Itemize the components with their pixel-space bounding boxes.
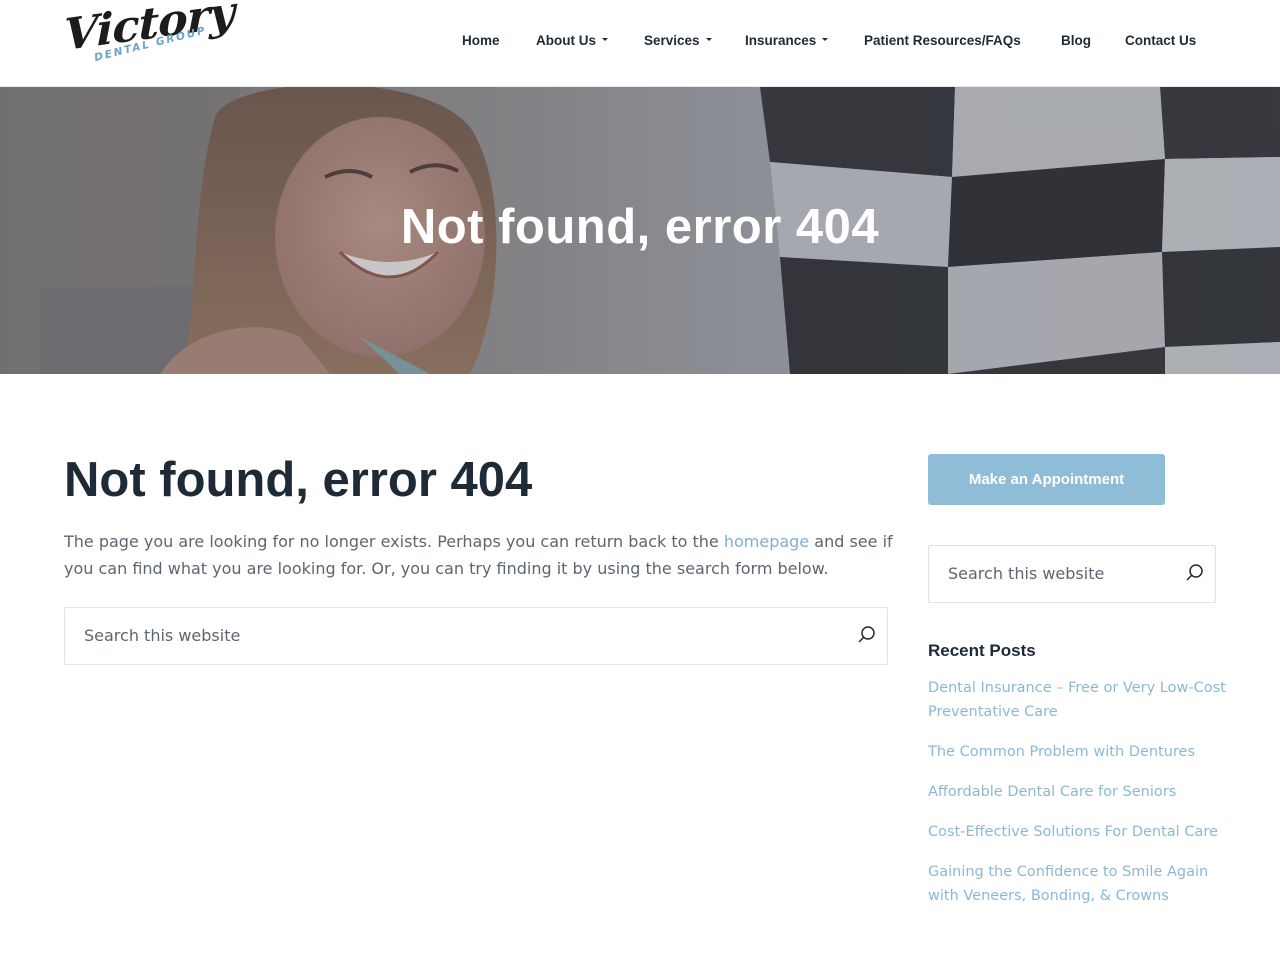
site-header: Victory DENTAL GROUP Home About Us Servi… (0, 0, 1280, 87)
page-title: Not found, error 404 (64, 453, 533, 507)
main-search-input[interactable]: Search this website (84, 608, 240, 663)
nav-blog-label: Blog (1061, 33, 1091, 48)
recent-post-link[interactable]: Dental Insurance – Free or Very Low-Cost… (928, 676, 1228, 724)
nav-patient-resources[interactable]: Patient Resources/FAQs (864, 33, 1021, 48)
main-search-form[interactable]: Search this website (64, 607, 888, 665)
recent-post-link[interactable]: Gaining the Confidence to Smile Again wi… (928, 860, 1228, 908)
homepage-link[interactable]: homepage (724, 532, 809, 551)
search-icon[interactable] (1185, 563, 1205, 583)
nav-contact-us[interactable]: Contact Us (1125, 33, 1196, 48)
nav-services-label: Services (644, 33, 700, 48)
nav-home-label: Home (462, 33, 500, 48)
caret-down-icon (602, 37, 608, 41)
nav-insurances-label: Insurances (745, 33, 817, 48)
sidebar-search-form[interactable]: Search this website (928, 545, 1216, 603)
site-logo[interactable]: Victory DENTAL GROUP (62, 0, 234, 78)
nav-patient-resources-label: Patient Resources/FAQs (864, 33, 1021, 48)
recent-post-link[interactable]: Cost-Effective Solutions For Dental Care (928, 820, 1228, 844)
nav-contact-us-label: Contact Us (1125, 33, 1197, 48)
nav-about-us-label: About Us (536, 33, 596, 48)
nav-about-us[interactable]: About Us (536, 33, 608, 48)
recent-posts-list: Dental Insurance – Free or Very Low-Cost… (928, 676, 1228, 924)
nav-insurances[interactable]: Insurances (745, 33, 829, 48)
caret-down-icon (822, 37, 829, 41)
hero-title: Not found, error 404 (400, 200, 880, 254)
nav-home[interactable]: Home (462, 33, 500, 48)
recent-post-link[interactable]: Affordable Dental Care for Seniors (928, 780, 1228, 804)
error-message: The page you are looking for no longer e… (64, 528, 894, 582)
recent-posts-heading: Recent Posts (928, 641, 1036, 660)
make-appointment-button[interactable]: Make an Appointment (928, 454, 1165, 505)
sidebar-search-input[interactable]: Search this website (948, 546, 1104, 601)
error-message-text-1: The page you are looking for no longer e… (64, 532, 724, 551)
hero-banner: Not found, error 404 (0, 87, 1280, 374)
recent-post-link[interactable]: The Common Problem with Dentures (928, 740, 1228, 764)
nav-services[interactable]: Services (644, 33, 712, 48)
nav-blog[interactable]: Blog (1061, 33, 1091, 48)
search-icon[interactable] (857, 625, 877, 645)
logo-wordmark: Victory (64, 0, 234, 62)
caret-down-icon (705, 37, 712, 41)
